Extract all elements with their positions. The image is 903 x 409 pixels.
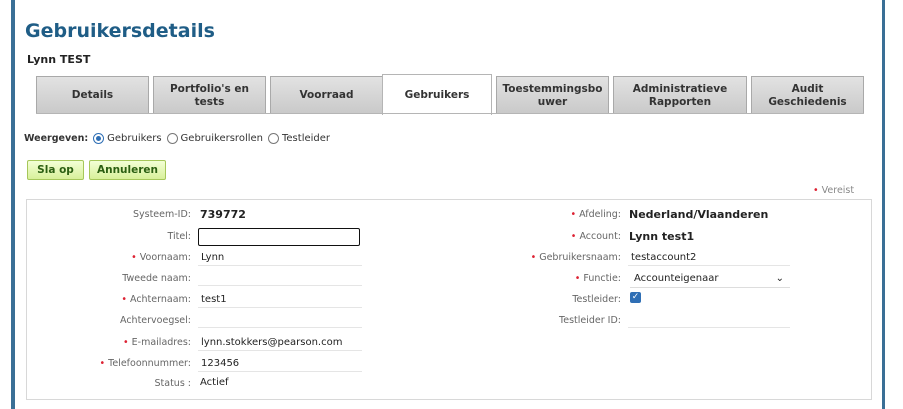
tab-label: Portfolio's en tests — [169, 82, 250, 108]
tab-audit-geschiedenis[interactable]: Audit Geschiedenis — [751, 76, 864, 114]
first-name-input[interactable]: Lynn — [198, 250, 362, 266]
suffix-input[interactable] — [198, 312, 362, 328]
required-note: • Vereist — [813, 185, 854, 196]
view-selector: Weergeven: Gebruikers Gebruikersrollen T… — [24, 130, 330, 146]
cancel-button[interactable]: Annuleren — [89, 160, 166, 180]
username-input[interactable]: testaccount2 — [628, 250, 790, 266]
tab-label: Details — [71, 89, 114, 101]
value-department: Nederland/Vlaanderen — [629, 208, 769, 221]
label-test-leader-id: Testleider ID: — [559, 315, 621, 326]
label-email: • E-mailadres: — [123, 337, 191, 348]
label-system-id: Systeem-ID: — [132, 209, 191, 220]
right-accent-bar — [882, 0, 885, 409]
tab-voorraad[interactable]: Voorraad — [270, 76, 383, 114]
email-input[interactable]: lynn.stokkers@pearson.com — [198, 335, 362, 351]
view-label: Weergeven: — [24, 132, 89, 144]
label-test-leader: Testleider: — [572, 294, 621, 305]
test-leader-id-input[interactable] — [628, 312, 790, 328]
tab-gebruikers[interactable]: Gebruikers — [382, 74, 492, 115]
page-frame: Gebruikersdetails Lynn TEST Details Port… — [0, 0, 903, 409]
tab-label: Gebruikers — [404, 88, 470, 101]
value-account: Lynn test1 — [629, 230, 695, 243]
label-title: Titel: — [167, 231, 191, 242]
radio-gebruikersrollen[interactable] — [166, 132, 178, 144]
title-input[interactable] — [198, 228, 360, 246]
user-name-heading: Lynn TEST — [27, 53, 91, 66]
tab-toestemmingsbouwer[interactable]: Toestemmingsbo uwer — [496, 76, 609, 114]
radio-testleider[interactable] — [268, 132, 279, 144]
test-leader-checkbox[interactable]: ✓ — [630, 292, 641, 303]
required-marker: • — [813, 185, 819, 196]
tab-label: Administratieve Rapporten — [632, 82, 728, 108]
save-button[interactable]: Sla op — [27, 160, 84, 180]
required-text: Vereist — [821, 185, 855, 196]
function-select[interactable]: Accounteigenaar ⌄ — [630, 270, 790, 288]
tab-label: Voorraad — [299, 89, 354, 101]
tab-details[interactable]: Details — [36, 76, 149, 114]
tab-underline — [36, 113, 864, 114]
radio-gebruikers[interactable] — [93, 132, 105, 144]
left-accent-bar — [11, 0, 15, 409]
label-department: • Afdeling: — [570, 209, 621, 220]
last-name-input[interactable]: test1 — [198, 292, 362, 308]
function-selected-value: Accounteigenaar — [634, 273, 719, 284]
radio-label-gebruikers: Gebruikers — [107, 132, 162, 144]
tab-portfolios[interactable]: Portfolio's en tests — [153, 76, 266, 114]
tab-label: Toestemmingsbo uwer — [502, 82, 603, 108]
value-status: Actief — [200, 377, 229, 388]
chevron-down-icon: ⌄ — [775, 273, 784, 284]
tab-label: Audit Geschiedenis — [768, 82, 847, 108]
page-title: Gebruikersdetails — [25, 20, 215, 42]
radio-label-testleider: Testleider — [282, 132, 331, 144]
label-status: Status : — [154, 378, 192, 389]
tab-administratieve-rapporten[interactable]: Administratieve Rapporten — [613, 76, 747, 114]
label-suffix: Achtervoegsel: — [120, 315, 191, 326]
middle-name-input[interactable] — [198, 270, 362, 286]
radio-label-gebruikersrollen: Gebruikersrollen — [180, 132, 263, 144]
label-account: • Account: — [570, 231, 621, 242]
label-username: • Gebruikersnaam: — [530, 252, 621, 263]
label-phone: • Telefoonnummer: — [99, 358, 191, 369]
label-first-name: • Voornaam: — [131, 252, 191, 263]
label-function: • Functie: — [574, 273, 621, 284]
value-system-id: 739772 — [200, 208, 246, 221]
label-last-name: • Achternaam: — [121, 294, 191, 305]
phone-input[interactable]: 123456 — [198, 356, 362, 372]
label-middle-name: Tweede naam: — [122, 273, 191, 284]
